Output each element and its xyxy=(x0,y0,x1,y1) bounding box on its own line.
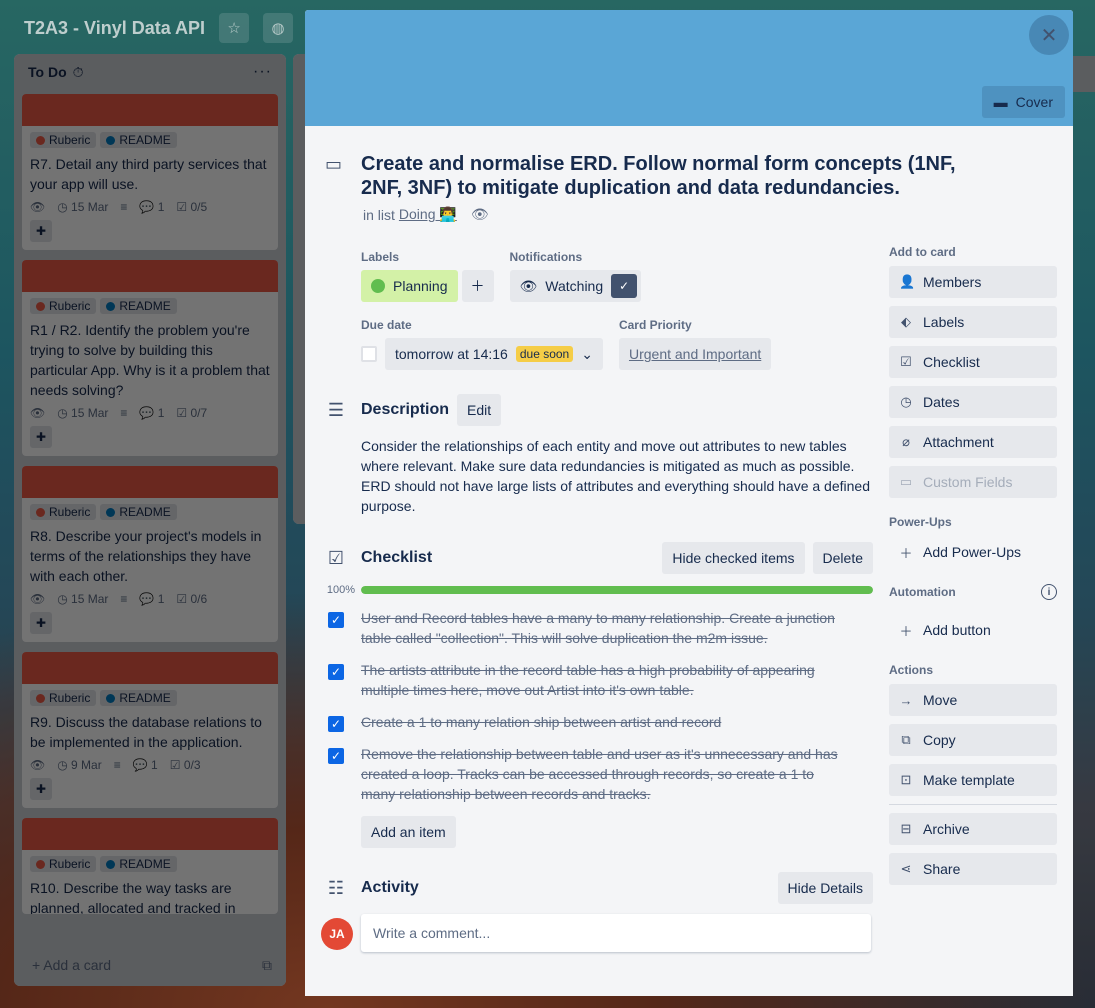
avatar[interactable]: JA xyxy=(321,918,353,950)
description-icon: ☰ xyxy=(327,400,345,420)
watching-eye-icon: 👁 xyxy=(470,206,489,222)
card-sidebar: Add to card 👤 Members ⬖ Labels ☑ Checklist … xyxy=(889,244,1057,893)
edit-description-button[interactable]: Edit xyxy=(457,394,502,426)
add-automation-button[interactable]: ＋ Add button xyxy=(889,614,1057,646)
checklist-item[interactable]: ✓ User and Record tables have a many to m… xyxy=(328,608,873,648)
checkbox-checked-icon[interactable]: ✓ xyxy=(328,716,344,732)
label-color-dot xyxy=(371,279,385,293)
comment-input[interactable]: Write a comment... xyxy=(361,914,871,952)
template-icon: ⊡ xyxy=(900,772,912,787)
add-label-button[interactable]: ＋ xyxy=(461,270,494,302)
card-priority-button[interactable]: Urgent and Important xyxy=(618,338,772,370)
description-text[interactable]: Consider the relationships of each entit… xyxy=(361,436,873,516)
labels-heading: Labels xyxy=(361,250,400,264)
labels-button[interactable]: ⬖ Labels xyxy=(889,306,1057,338)
card-title[interactable]: Create and normalise ERD. Follow normal … xyxy=(361,152,993,200)
description-header: ☰ Description Edit xyxy=(328,394,873,426)
make-template-button[interactable]: ⊡ Make template xyxy=(889,764,1057,796)
card-header: ▭ Create and normalise ERD. Follow norma… xyxy=(325,152,993,223)
watching-check-icon: ✓ xyxy=(611,274,638,298)
checklist-item[interactable]: ✓ Remove the relationship between table a… xyxy=(328,744,873,804)
watching-button[interactable]: 👁 Watching ✓ xyxy=(509,270,642,302)
sidebar-divider xyxy=(889,804,1057,805)
notifications-heading: Notifications xyxy=(509,250,583,264)
share-icon: ⋖ xyxy=(900,861,912,876)
custom-fields-icon: ▭ xyxy=(899,474,913,489)
chevron-down-icon: ⌄ xyxy=(581,345,593,362)
archive-button[interactable]: ⊟ Archive xyxy=(889,813,1057,845)
checklist-item[interactable]: ✓ The artists attribute in the record tab… xyxy=(328,660,873,700)
checkbox-checked-icon[interactable]: ✓ xyxy=(328,664,344,680)
due-date-heading: Due date xyxy=(361,318,412,332)
due-soon-badge: due soon xyxy=(515,346,574,362)
card-icon: ▭ xyxy=(325,154,343,174)
due-date-button[interactable]: tomorrow at 14:16 due soon ⌄ xyxy=(385,338,603,370)
power-ups-heading: Power-Ups xyxy=(889,515,952,529)
share-button[interactable]: ⋖ Share xyxy=(889,853,1057,885)
cover-button[interactable]: ▬ Cover xyxy=(981,86,1065,118)
checklist-item-text[interactable]: User and Record tables have a many to ma… xyxy=(361,608,851,648)
person-icon: 👤 xyxy=(899,274,916,289)
copy-button[interactable]: ⧉ Copy xyxy=(889,724,1057,756)
card-cover-banner: ▬ Cover xyxy=(305,10,1073,126)
checklist-item-text[interactable]: Create a 1 to many relation ship between… xyxy=(361,712,851,732)
cover-icon: ▬ xyxy=(993,94,1008,110)
arrow-right-icon: → xyxy=(899,692,913,708)
activity-icon: ☷ xyxy=(327,878,345,898)
plus-icon: ＋ xyxy=(899,623,913,639)
checklist-item[interactable]: ✓ Create a 1 to many relation ship betwee… xyxy=(328,712,873,732)
due-complete-checkbox[interactable] xyxy=(361,346,377,362)
eye-icon: 👁 xyxy=(519,277,538,294)
plus-icon: ＋ xyxy=(899,545,913,561)
checklist-header: ☑ Checklist Hide checked items Delete xyxy=(328,542,873,574)
card-priority-heading: Card Priority xyxy=(618,318,692,332)
clock-icon: ◷ xyxy=(900,394,912,409)
paperclip-icon: ⌀ xyxy=(902,434,910,449)
actions-heading: Actions xyxy=(889,663,934,677)
checklist-icon: ☑ xyxy=(327,548,345,568)
add-power-ups-button[interactable]: ＋ Add Power-Ups xyxy=(889,536,1057,568)
dates-button[interactable]: ◷ Dates xyxy=(889,386,1057,418)
list-link[interactable]: Doing 👨‍💻 xyxy=(399,206,457,223)
move-button[interactable]: → Move xyxy=(889,684,1057,716)
add-to-card-heading: Add to card xyxy=(889,245,956,259)
info-icon[interactable]: i xyxy=(1041,584,1057,600)
checklist-icon: ☑ xyxy=(900,354,912,369)
hide-checked-items-button[interactable]: Hide checked items xyxy=(662,542,805,574)
custom-fields-button[interactable]: ▭ Custom Fields xyxy=(889,466,1057,498)
add-checklist-item-button[interactable]: Add an item xyxy=(361,816,456,848)
card-main: Labels Planning ＋ Notifications 👁 Watchi… xyxy=(321,250,873,952)
checkbox-checked-icon[interactable]: ✓ xyxy=(328,748,344,764)
progress-bar xyxy=(361,586,873,594)
card-detail-modal: ▬ Cover ▭ Create and normalise ERD. Foll… xyxy=(305,10,1073,996)
in-list-row: in list Doing 👨‍💻 👁 xyxy=(363,206,489,223)
checklist-button[interactable]: ☑ Checklist xyxy=(889,346,1057,378)
automation-heading: Automation i xyxy=(889,584,1057,600)
attachment-button[interactable]: ⌀ Attachment xyxy=(889,426,1057,458)
activity-header: ☷ Activity Hide Details xyxy=(328,872,873,904)
progress-fill xyxy=(361,586,873,594)
copy-icon: ⧉ xyxy=(901,732,911,747)
close-icon[interactable]: ✕ xyxy=(1029,15,1069,55)
checklist-item-text[interactable]: Remove the relationship between table an… xyxy=(361,744,851,804)
progress-percent: 100% xyxy=(326,584,355,596)
hide-details-button[interactable]: Hide Details xyxy=(777,872,873,904)
checkbox-checked-icon[interactable]: ✓ xyxy=(328,612,344,628)
delete-checklist-button[interactable]: Delete xyxy=(812,542,873,574)
checklist-item-text[interactable]: The artists attribute in the record tabl… xyxy=(361,660,851,700)
members-button[interactable]: 👤 Members xyxy=(889,266,1057,298)
archive-icon: ⊟ xyxy=(900,821,912,836)
checklist-progress: 100% xyxy=(321,584,873,596)
label-planning[interactable]: Planning xyxy=(361,270,458,302)
tag-icon: ⬖ xyxy=(901,314,911,329)
